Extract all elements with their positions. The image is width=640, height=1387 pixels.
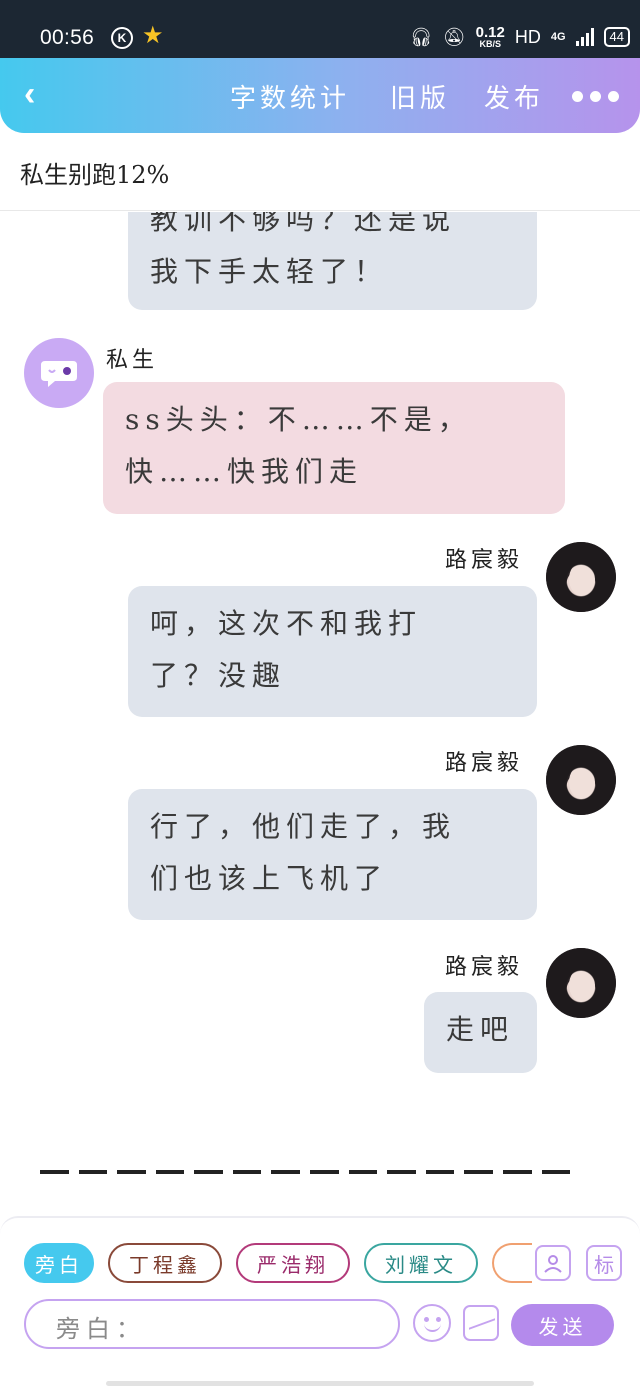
sender-name: 私生 (106, 348, 159, 373)
person-icon (544, 1255, 562, 1273)
net-speed: 0.12 KB/S (475, 24, 505, 49)
dash-divider (40, 1170, 571, 1174)
role-chip-3[interactable]: 刘耀文 (364, 1243, 478, 1283)
user-avatar[interactable] (546, 745, 616, 815)
title-bar: 私生别跑12% (0, 133, 640, 211)
role-card-icon[interactable] (535, 1245, 571, 1281)
chat-bubble-icon (41, 361, 77, 387)
star-icon: ★ (142, 22, 164, 49)
headphones-icon: 🎧︎ (409, 26, 433, 47)
status-bar: 00:56 K ★ 🎧︎ 🔕︎ 0.12 KB/S HD 4G 44 (0, 0, 640, 58)
message-bubble[interactable]: 呵，这次不和我打 了？没趣 (128, 586, 537, 717)
role-chip-aside[interactable]: 旁白 (24, 1243, 94, 1283)
old-version-button[interactable]: 旧版 (390, 78, 450, 115)
top-bar: ‹ 字数统计 旧版 发布 (0, 58, 640, 133)
network-type: 4G (550, 31, 566, 43)
k-badge-icon: K (111, 27, 133, 49)
role-chip-4[interactable] (492, 1243, 532, 1283)
status-icons: 🎧︎ 🔕︎ 0.12 KB/S HD 4G 44 (410, 25, 630, 49)
battery-icon: 44 (603, 27, 630, 47)
sender-name: 路宸毅 (445, 751, 524, 776)
message-bubble[interactable]: ss头头：不……不是， 快……快我们走 (103, 382, 565, 514)
home-indicator (106, 1381, 534, 1386)
message-bubble[interactable]: 行了，他们走了，我 们也该上飞机了 (128, 789, 537, 920)
send-button[interactable]: 发送 (511, 1304, 614, 1346)
user-avatar[interactable] (546, 948, 616, 1018)
bell-muted-icon: 🔕︎ (442, 26, 466, 47)
role-chip-2[interactable]: 严浩翔 (236, 1243, 350, 1283)
message-bubble[interactable]: 走吧 (424, 992, 537, 1073)
tag-icon[interactable]: 标 (586, 1245, 622, 1281)
page-title[interactable]: 私生别跑12% (20, 155, 169, 190)
emoji-icon[interactable] (413, 1304, 451, 1342)
signal-icon (575, 28, 594, 46)
sender-name: 路宸毅 (445, 955, 524, 980)
more-options-icon[interactable] (572, 91, 619, 102)
role-chip-1[interactable]: 丁程鑫 (108, 1243, 222, 1283)
message-input[interactable]: 旁白： (24, 1299, 400, 1349)
back-arrow-icon[interactable]: ‹ (24, 77, 46, 111)
message-bubble[interactable]: 教训不够吗？还是说 我下手太轻了！ (128, 212, 537, 310)
sender-name: 路宸毅 (445, 548, 524, 573)
hd-label: HD (514, 26, 541, 47)
image-icon[interactable] (463, 1305, 499, 1341)
chat-area[interactable]: 教训不够吗？还是说 我下手太轻了！ 私生 ss头头：不……不是， 快……快我们走… (0, 212, 640, 1212)
word-count-button[interactable]: 字数统计 (230, 78, 350, 115)
status-time: 00:56 (40, 26, 95, 49)
user-avatar[interactable] (546, 542, 616, 612)
publish-button[interactable]: 发布 (484, 78, 544, 115)
system-avatar[interactable] (24, 338, 94, 408)
